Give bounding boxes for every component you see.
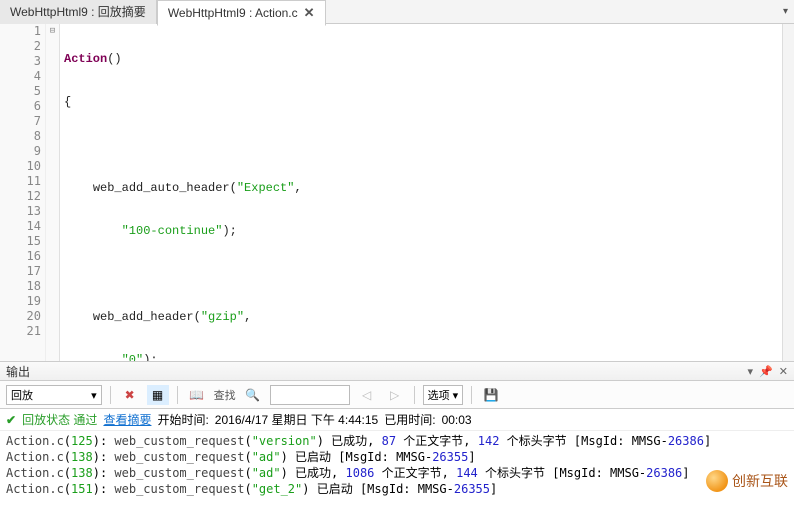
delete-icon[interactable]: ✖ xyxy=(119,385,141,405)
check-icon: ✔ xyxy=(6,413,16,427)
search-icon[interactable]: 🔍 xyxy=(242,385,264,405)
status-pass: 通过 xyxy=(73,413,97,427)
search-label: 查找 xyxy=(214,387,236,403)
vertical-scrollbar[interactable] xyxy=(782,24,794,361)
fn-action: Action xyxy=(64,52,107,66)
next-icon[interactable]: ▷ xyxy=(384,385,406,405)
search-input[interactable] xyxy=(270,385,350,405)
output-panel-header: 输出 ▾ 📌 ✕ xyxy=(0,361,794,381)
panel-title-text: 输出 xyxy=(6,363,742,380)
marker-gutter xyxy=(0,24,14,361)
output-log[interactable]: Action.c(125): web_custom_request("versi… xyxy=(0,431,794,503)
start-time-label: 开始时间: xyxy=(157,411,208,428)
fn-add-auto-header: web_add_auto_header xyxy=(93,181,230,195)
filter-dropdown[interactable]: 回放 ▾ xyxy=(6,385,102,405)
tab-menu-icon[interactable]: ▾ xyxy=(783,6,788,17)
log-row: Action.c(125): web_custom_request("versi… xyxy=(6,433,788,449)
save-icon[interactable]: 💾 xyxy=(480,385,502,405)
book-icon[interactable]: 📖 xyxy=(186,385,208,405)
prev-icon[interactable]: ◁ xyxy=(356,385,378,405)
fn-add-header: web_add_header xyxy=(93,310,194,324)
tab-bar: WebHttpHtml9 : 回放摘要 WebHttpHtml9 : Actio… xyxy=(0,0,794,24)
code-content[interactable]: Action() { web_add_auto_header("Expect",… xyxy=(60,24,794,361)
status-label: 回放状态 xyxy=(22,413,70,427)
elapsed-label: 已用时间: xyxy=(384,411,435,428)
fold-gutter: ⊟ xyxy=(46,24,60,361)
log-row: Action.c(138): web_custom_request("ad") … xyxy=(6,465,788,481)
tab-label: WebHttpHtml9 : Action.c xyxy=(168,6,298,20)
highlight-icon[interactable]: ▦ xyxy=(147,385,169,405)
view-summary-link[interactable]: 查看摘要 xyxy=(103,411,151,428)
close-icon[interactable]: ✕ xyxy=(304,5,315,21)
log-row: Action.c(151): web_custom_request("get_2… xyxy=(6,481,788,497)
elapsed-value: 00:03 xyxy=(442,413,472,427)
status-bar: ✔ 回放状态 通过 查看摘要 开始时间: 2016/4/17 星期日 下午 4:… xyxy=(0,409,794,431)
start-time-value: 2016/4/17 星期日 下午 4:44:15 xyxy=(215,411,378,428)
log-row: Action.c(138): web_custom_request("ad") … xyxy=(6,449,788,465)
brace-open: { xyxy=(64,95,71,109)
tab-replay-summary[interactable]: WebHttpHtml9 : 回放摘要 xyxy=(0,0,157,24)
pin-icon[interactable]: 📌 xyxy=(759,365,773,378)
options-dropdown[interactable]: 选项 ▾ xyxy=(423,385,464,405)
dropdown-icon[interactable]: ▾ xyxy=(748,365,754,378)
close-panel-icon[interactable]: ✕ xyxy=(779,365,788,378)
tab-action-c[interactable]: WebHttpHtml9 : Action.c ✕ xyxy=(157,0,326,26)
output-toolbar: 回放 ▾ ✖ ▦ 📖 查找 🔍 ◁ ▷ 选项 ▾ 💾 xyxy=(0,381,794,409)
line-number-gutter: 123456789101112131415161718192021 xyxy=(14,24,46,361)
code-editor: 123456789101112131415161718192021 ⊟ Acti… xyxy=(0,24,794,361)
